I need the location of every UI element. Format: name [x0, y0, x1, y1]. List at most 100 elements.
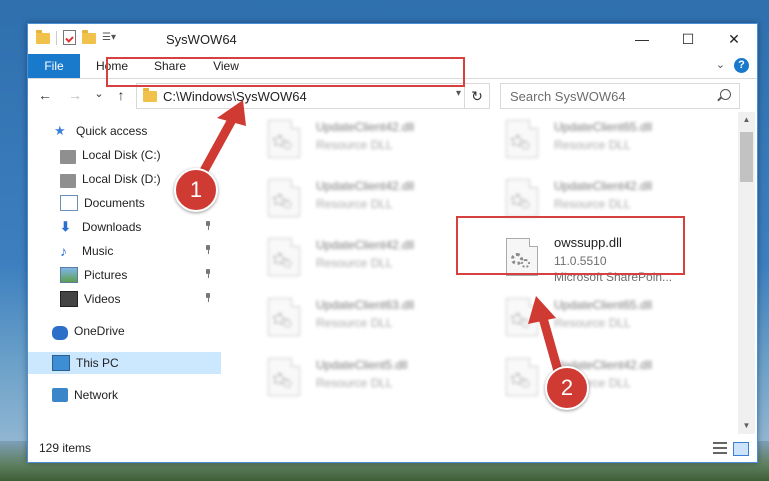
folder-icon [143, 88, 157, 102]
search-input[interactable]: Search SysWOW64 [510, 89, 626, 104]
file-name: UpdateClient65.dll [554, 120, 653, 134]
sidebar-item-label: Pictures [84, 268, 128, 282]
file-item[interactable]: UpdateClient63.dll Resource DLL [248, 292, 468, 346]
sidebar-item-onedrive[interactable]: OneDrive [28, 320, 221, 342]
sidebar-item-this-pc[interactable]: This PC [28, 352, 221, 374]
file-item[interactable]: UpdateClient65.dll Resource DLL [486, 292, 706, 346]
file-item[interactable]: UpdateClient5.dll Resource DLL [248, 352, 468, 406]
sidebar-item-downloads[interactable]: ⬇ Downloads [28, 216, 221, 238]
search-icon [720, 89, 731, 100]
drive-icon [60, 150, 76, 164]
sidebar-item-label: Local Disk (D:) [82, 172, 161, 186]
file-type: Resource DLL [316, 138, 393, 152]
file-item[interactable]: UpdateClient65.dll Resource DLL [486, 114, 706, 168]
properties-icon[interactable] [63, 30, 76, 45]
pin-icon[interactable] [205, 221, 211, 230]
toolbar-divider [56, 30, 57, 45]
dll-file-icon [506, 298, 538, 336]
forward-button[interactable]: → [66, 87, 84, 103]
status-bar: 129 items [28, 435, 757, 461]
step-1-badge: 1 [174, 168, 218, 212]
sidebar-item-label: Local Disk (C:) [82, 148, 161, 162]
sidebar-item-label: Videos [84, 292, 121, 306]
file-type: Resource DLL [554, 138, 631, 152]
expand-ribbon-icon[interactable]: ⌄ [716, 58, 725, 71]
customize-toolbar-icon[interactable]: ☰▾ [102, 31, 116, 45]
file-type: Resource DLL [316, 376, 393, 390]
drive-icon [60, 174, 76, 188]
file-name: UpdateClient42.dll [316, 120, 415, 134]
help-button[interactable]: ? [734, 58, 749, 73]
maximize-button[interactable]: ☐ [665, 24, 711, 54]
scroll-down-icon[interactable]: ▼ [738, 418, 755, 434]
sidebar-item-label: Downloads [82, 220, 142, 234]
title-bar: ☰▾ SysWOW64 — ☐ ✕ [28, 24, 757, 54]
sidebar-item-label: OneDrive [74, 324, 125, 338]
tab-file[interactable]: File [28, 54, 80, 78]
onedrive-cloud-icon [52, 326, 68, 340]
file-type: Resource DLL [554, 197, 631, 211]
file-type: Resource DLL [316, 316, 393, 330]
vertical-scrollbar[interactable]: ▲ ▼ [738, 112, 755, 434]
dll-file-icon [506, 120, 538, 158]
address-path[interactable]: C:\Windows\SysWOW64 [163, 89, 307, 104]
sidebar-item-network[interactable]: Network [28, 384, 221, 406]
sidebar-item-pictures[interactable]: Pictures [28, 264, 221, 286]
scroll-up-icon[interactable]: ▲ [738, 112, 755, 128]
file-item[interactable]: UpdateClient42.dll Resource DLL [248, 173, 468, 227]
file-item[interactable]: UpdateClient42.dll Resource DLL [248, 114, 468, 168]
file-item[interactable]: UpdateClient42.dll Resource DLL [248, 232, 468, 286]
file-name: UpdateClient42.dll [554, 179, 653, 193]
refresh-button[interactable]: ↻ [464, 84, 489, 108]
sidebar-item-local-disk-c[interactable]: Local Disk (C:) [28, 144, 221, 166]
sidebar-item-label: Music [82, 244, 114, 258]
new-folder-icon[interactable] [82, 30, 96, 44]
file-name: UpdateClient65.dll [554, 298, 653, 312]
file-name: UpdateClient5.dll [316, 358, 408, 372]
up-button[interactable]: ↑ [112, 87, 130, 103]
quick-access-toolbar: ☰▾ [36, 30, 116, 45]
pictures-icon [60, 267, 78, 283]
videos-icon [60, 291, 78, 307]
close-button[interactable]: ✕ [711, 24, 757, 54]
file-name: UpdateClient42.dll [316, 179, 415, 193]
window-controls: — ☐ ✕ [619, 24, 757, 54]
file-name: UpdateClient63.dll [316, 298, 415, 312]
dll-file-icon [268, 238, 300, 276]
back-button[interactable]: ← [36, 87, 54, 103]
star-icon: ★ [54, 123, 66, 138]
dll-file-icon [506, 179, 538, 217]
sidebar-item-quick-access[interactable]: ★ Quick access [28, 120, 221, 142]
address-dropdown-icon[interactable]: ▾ [456, 88, 461, 99]
step-2-badge: 2 [545, 366, 589, 410]
sidebar-item-videos[interactable]: Videos [28, 288, 221, 310]
window-title: SysWOW64 [166, 32, 237, 47]
scrollbar-thumb[interactable] [740, 132, 753, 182]
minimize-button[interactable]: — [619, 24, 665, 54]
file-item[interactable]: UpdateClient42.dll Resource DLL [486, 352, 706, 406]
sidebar-item-label: Quick access [76, 124, 148, 138]
sidebar-item-label: Documents [84, 196, 145, 210]
file-highlight [456, 216, 685, 275]
dll-file-icon [268, 179, 300, 217]
file-name: UpdateClient42.dll [316, 238, 415, 252]
pin-icon[interactable] [205, 245, 211, 254]
folder-icon [36, 30, 50, 44]
pin-icon[interactable] [205, 293, 211, 302]
navigation-pane: ★ Quick access Local Disk (C:) Local Dis… [28, 112, 221, 434]
downloads-icon: ⬇ [60, 219, 71, 234]
sidebar-item-music[interactable]: ♪ Music [28, 240, 221, 262]
computer-icon [52, 355, 70, 371]
search-box[interactable]: Search SysWOW64 [500, 83, 740, 109]
network-icon [52, 388, 68, 402]
dll-file-icon [268, 120, 300, 158]
details-view-icon[interactable] [713, 442, 727, 454]
pin-icon[interactable] [205, 269, 211, 278]
music-icon: ♪ [60, 243, 67, 259]
dll-file-icon [506, 358, 538, 396]
recent-locations-button[interactable]: ⌄ [90, 87, 108, 100]
sidebar-item-label: This PC [76, 356, 119, 370]
large-icons-view-icon[interactable] [733, 442, 749, 456]
file-type: Resource DLL [316, 197, 393, 211]
dll-file-icon [268, 298, 300, 336]
